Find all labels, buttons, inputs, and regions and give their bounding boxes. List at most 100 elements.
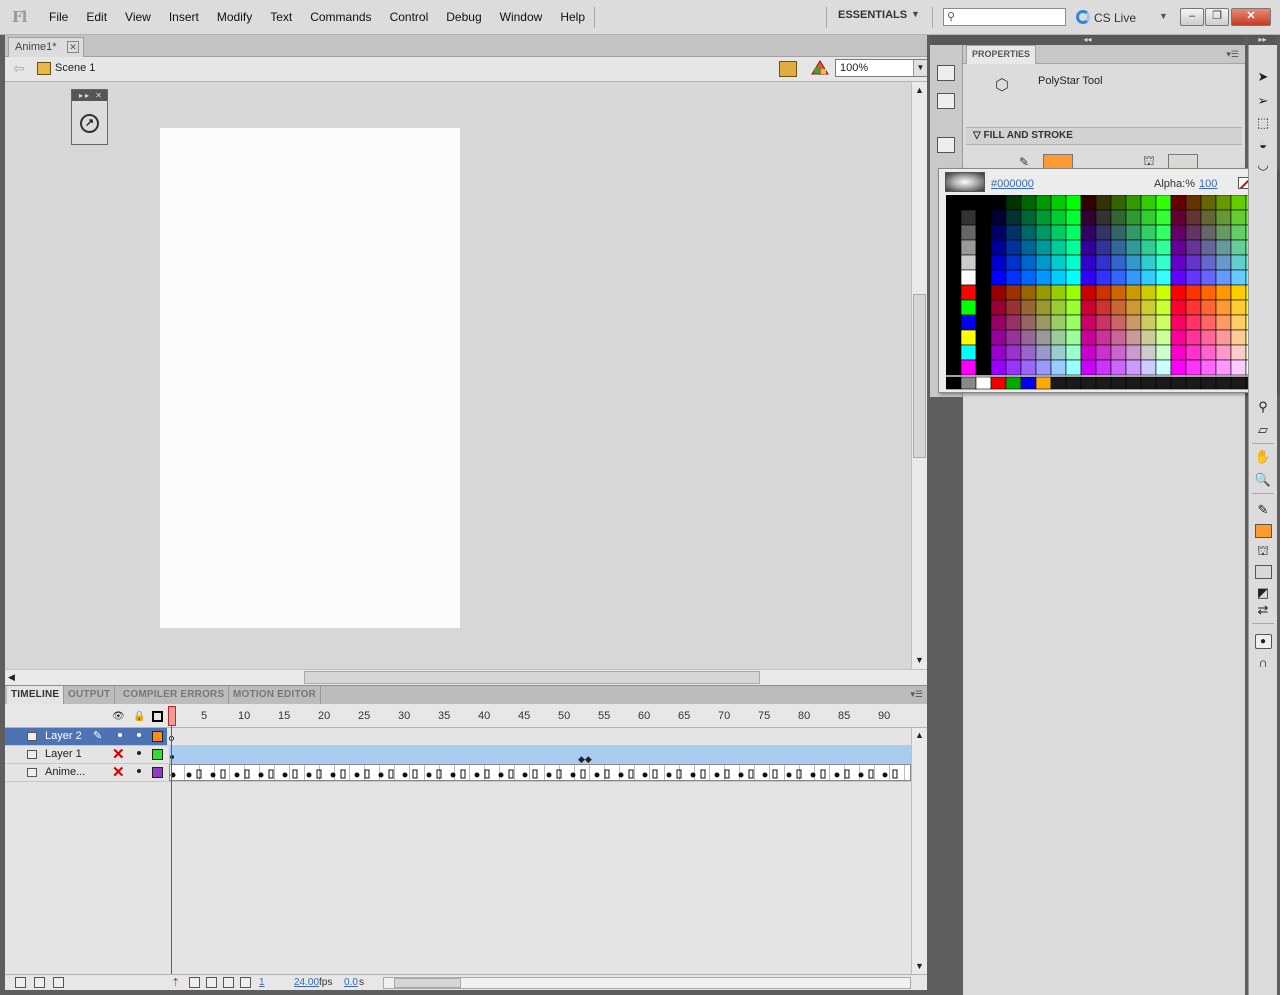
swatch-cell[interactable] [946, 314, 962, 331]
swatch-cell[interactable] [1185, 209, 1202, 226]
swatch-cell[interactable] [1185, 224, 1202, 241]
swatch-cell[interactable] [990, 195, 1007, 211]
swatches-panel-icon[interactable] [937, 93, 955, 109]
swatch-cell[interactable] [1125, 195, 1142, 211]
swatch-cell[interactable] [1005, 284, 1022, 301]
tab-motion-editor[interactable]: MOTION EDITOR [229, 686, 321, 704]
swatch-cell[interactable] [1170, 299, 1187, 316]
swatch-cell[interactable] [960, 314, 977, 331]
swatch-cell[interactable] [975, 209, 992, 226]
menu-control[interactable]: Control [381, 10, 438, 24]
swatch-cell[interactable] [975, 254, 992, 271]
swatch-cell[interactable] [1110, 269, 1127, 286]
swatch-cell[interactable] [975, 329, 992, 346]
swatch-cell[interactable] [960, 269, 977, 286]
swatch-cell[interactable] [1020, 195, 1037, 211]
swatch-cell[interactable] [1110, 195, 1127, 211]
swatch-cell[interactable] [1020, 299, 1037, 316]
swatch-cell[interactable] [1200, 299, 1217, 316]
fill-color-swatch[interactable] [1168, 154, 1198, 169]
swatch-cell[interactable] [1080, 209, 1097, 226]
menu-modify[interactable]: Modify [208, 10, 261, 24]
object-drawing-icon[interactable]: ● [1253, 630, 1273, 650]
swatch-cell[interactable] [1020, 254, 1037, 271]
swatch-cell[interactable] [1140, 329, 1157, 346]
swatch-cell[interactable] [1125, 284, 1142, 301]
swatch-cell[interactable] [1050, 269, 1067, 286]
swatch-cell[interactable] [975, 224, 992, 241]
swatch-cell[interactable] [1170, 284, 1187, 301]
swatch-cell[interactable] [1035, 314, 1052, 331]
swatch-cell[interactable] [1185, 376, 1202, 390]
tab-properties[interactable]: PROPERTIES [966, 45, 1036, 64]
swatch-cell[interactable] [1140, 239, 1157, 256]
scrollbar-thumb[interactable] [913, 294, 926, 458]
swatch-cell[interactable] [1020, 284, 1037, 301]
swatch-cell[interactable] [960, 284, 977, 301]
scrollbar-thumb[interactable] [394, 978, 461, 988]
swatch-cell[interactable] [1095, 224, 1112, 241]
swatch-cell[interactable] [1095, 254, 1112, 271]
outline-icon[interactable] [152, 711, 163, 722]
swatch-cell[interactable] [1125, 344, 1142, 361]
swatch-cell[interactable] [1065, 329, 1082, 346]
swatch-cell[interactable] [990, 209, 1007, 226]
swatch-cell[interactable] [1110, 359, 1127, 376]
edit-scene-icon[interactable] [779, 61, 797, 77]
menu-edit[interactable]: Edit [77, 10, 116, 24]
swatch-cell[interactable] [1095, 359, 1112, 376]
swatch-cell[interactable] [1125, 224, 1142, 241]
layer-name[interactable]: Anime... [45, 766, 85, 778]
lasso-tool-icon[interactable]: ◡ [1253, 155, 1273, 175]
swatch-cell[interactable] [1185, 239, 1202, 256]
swatch-cell[interactable] [1230, 254, 1247, 271]
swatch-cell[interactable] [1155, 344, 1172, 361]
arrow-up-right-icon[interactable]: ↗ [80, 114, 99, 133]
swatch-cell[interactable] [1005, 269, 1022, 286]
layer-color-box[interactable] [152, 767, 163, 778]
swatch-cell[interactable] [1125, 376, 1142, 390]
layer-name-cell[interactable]: Anime... ✕ [5, 764, 167, 781]
collapse-bar[interactable]: ▸▸ [1248, 35, 1277, 45]
swatch-cell[interactable] [1005, 359, 1022, 376]
layer-name-cell[interactable]: Layer 2 ✎ [5, 728, 167, 745]
frame-ruler[interactable]: 5 10 15 20 25 30 35 40 45 50 55 60 65 70… [167, 704, 911, 728]
swatch-cell[interactable] [1080, 284, 1097, 301]
swatch-cell[interactable] [975, 344, 992, 361]
swatch-cell[interactable] [1020, 359, 1037, 376]
panel-menu-icon[interactable]: ▾☰ [1226, 49, 1239, 60]
swatch-cell[interactable] [1230, 239, 1247, 256]
swatch-cell[interactable] [1170, 329, 1187, 346]
lock-toggle[interactable] [137, 733, 141, 737]
hand-tool-icon[interactable]: ✋ [1253, 447, 1273, 467]
tab-timeline[interactable]: TIMELINE [7, 686, 65, 704]
swatch-cell[interactable] [1170, 269, 1187, 286]
swatch-cell[interactable] [946, 239, 962, 256]
swatch-cell[interactable] [1155, 254, 1172, 271]
swatch-cell[interactable] [1155, 376, 1172, 390]
timeline-layer-row[interactable]: Layer 2 ✎ [5, 728, 911, 746]
swatch-cell[interactable] [1215, 269, 1232, 286]
swatch-cell[interactable] [960, 209, 977, 226]
swatch-cell[interactable] [1035, 195, 1052, 211]
swatch-cell[interactable] [975, 284, 992, 301]
swatch-cell[interactable] [1080, 359, 1097, 376]
swatch-cell[interactable] [1200, 376, 1217, 390]
swatch-cell[interactable] [1170, 254, 1187, 271]
swatch-cell[interactable] [1110, 314, 1127, 331]
scroll-down-icon[interactable]: ▼ [915, 961, 924, 971]
swatch-cell[interactable] [1185, 284, 1202, 301]
swatch-cell[interactable] [1140, 344, 1157, 361]
swatch-cell[interactable] [960, 344, 977, 361]
menu-text[interactable]: Text [261, 10, 301, 24]
swatch-cell[interactable] [1035, 209, 1052, 226]
cs-live-icon[interactable] [1076, 10, 1090, 24]
hidden-x-icon[interactable]: ✕ [112, 746, 125, 763]
swatch-cell[interactable] [1035, 359, 1052, 376]
swatch-cells[interactable] [946, 195, 1262, 391]
swatch-cell[interactable] [946, 209, 962, 226]
scroll-up-icon[interactable]: ▲ [915, 730, 924, 740]
swatch-cell[interactable] [1125, 299, 1142, 316]
layer-name[interactable]: Layer 1 [45, 748, 82, 760]
swatch-cell[interactable] [990, 314, 1007, 331]
